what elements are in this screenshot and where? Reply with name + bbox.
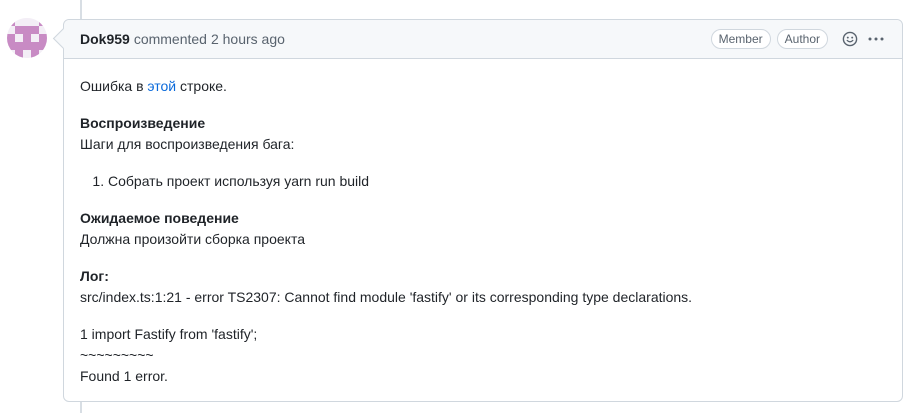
repro-text: Шаги для воспроизведения бага:	[80, 136, 295, 152]
log-line: ~~~~~~~~~	[80, 347, 154, 363]
log-output: 1 import Fastify from 'fastify'; ~~~~~~~…	[80, 324, 886, 387]
comment-timestamp[interactable]: 2 hours ago	[211, 31, 285, 47]
comment-body: Ошибка в этой строке. Воспроизведение Ша…	[64, 59, 902, 387]
member-badge: Member	[710, 29, 771, 49]
intro-text-end: строке.	[180, 78, 227, 94]
comment-action: commented	[133, 31, 207, 47]
log-section: Лог: src/index.ts:1:21 - error TS2307: C…	[80, 266, 886, 308]
repro-heading: Воспроизведение	[80, 115, 206, 131]
expected-section: Ожидаемое поведение Должна произойти сбо…	[80, 208, 886, 250]
steps-list: Собрать проект используя yarn run build	[108, 171, 886, 192]
repro-section: Воспроизведение Шаги для воспроизведения…	[80, 113, 886, 155]
smiley-icon	[842, 31, 858, 47]
author-badge: Author	[776, 29, 828, 49]
log-heading: Лог:	[80, 268, 109, 284]
issue-page: Dok959 commented 2 hours ago Member Auth…	[0, 0, 920, 413]
comment-menu-button[interactable]	[864, 27, 888, 51]
author-link[interactable]: Dok959	[80, 31, 130, 47]
expected-heading: Ожидаемое поведение	[80, 210, 239, 226]
comment-header: Dok959 commented 2 hours ago Member Auth…	[64, 20, 902, 59]
kebab-icon	[868, 37, 884, 41]
add-reaction-button[interactable]	[838, 27, 862, 51]
comment-box: Dok959 commented 2 hours ago Member Auth…	[63, 19, 903, 402]
avatar[interactable]	[7, 18, 47, 58]
identicon-icon	[7, 18, 47, 58]
log-line: 1 import Fastify from 'fastify';	[80, 326, 258, 342]
log-line: Found 1 error.	[80, 368, 168, 384]
list-item: Собрать проект используя yarn run build	[108, 171, 886, 192]
intro-paragraph: Ошибка в этой строке.	[80, 76, 886, 97]
intro-link[interactable]: этой	[147, 78, 176, 94]
log-error: src/index.ts:1:21 - error TS2307: Cannot…	[80, 289, 693, 305]
intro-text: Ошибка в	[80, 78, 144, 94]
header-actions: Member Author	[705, 27, 888, 51]
expected-text: Должна произойти сборка проекта	[80, 231, 305, 247]
